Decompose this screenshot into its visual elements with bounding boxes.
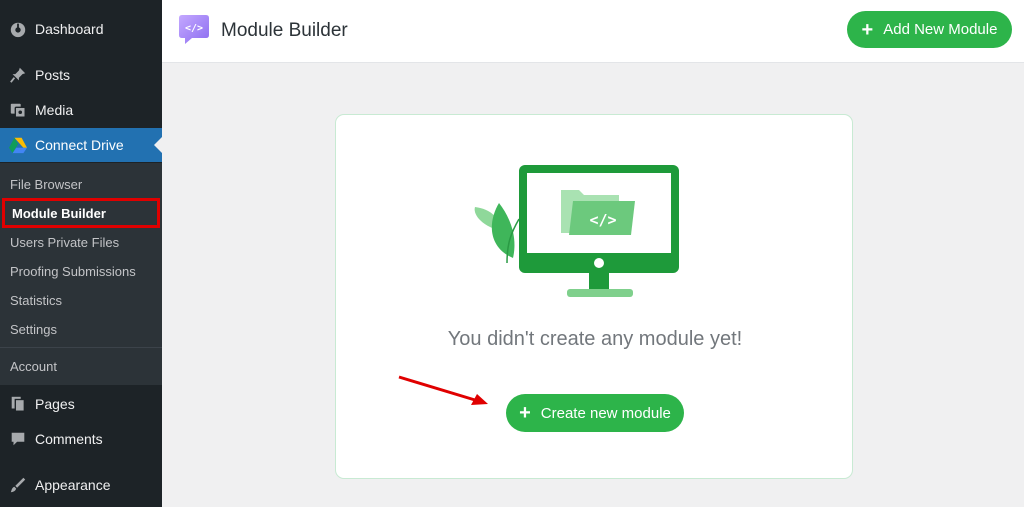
- submenu-item-label: Statistics: [10, 292, 63, 308]
- connect-drive-submenu: File Browser Module Builder Users Privat…: [0, 163, 162, 385]
- button-label: Add New Module: [883, 21, 998, 38]
- pages-icon: [8, 394, 28, 414]
- paintbrush-icon: [8, 475, 28, 495]
- sidebar-item-connect-drive[interactable]: Connect Drive: [0, 128, 162, 162]
- submenu-item-label: Proofing Submissions: [10, 263, 136, 279]
- page-header: </> Module Builder + Add New Module: [162, 0, 1024, 63]
- button-label: Create new module: [540, 404, 671, 422]
- dashboard-icon: [8, 19, 28, 39]
- sidebar-item-label: Connect Drive: [35, 137, 124, 153]
- submenu-item-label: Users Private Files: [10, 234, 120, 250]
- main-content: </> You didn't create any module yet! + …: [162, 63, 1024, 507]
- pin-icon: [8, 65, 28, 85]
- google-drive-icon: [8, 135, 28, 155]
- sidebar-item-pages[interactable]: Pages: [0, 387, 162, 421]
- submenu-item-label: File Browser: [10, 176, 83, 192]
- sidebar-item-dashboard[interactable]: Dashboard: [0, 12, 162, 46]
- admin-sidebar: Dashboard Posts Media Connect Drive File…: [0, 0, 162, 507]
- submenu-item-statistics[interactable]: Statistics: [0, 288, 162, 312]
- code-bubble-icon: </>: [178, 13, 211, 46]
- svg-text:</>: </>: [589, 211, 616, 229]
- active-indicator: [154, 137, 162, 153]
- annotation-arrow-icon: [398, 375, 488, 405]
- add-new-module-button[interactable]: + Add New Module: [847, 11, 1012, 48]
- submenu-item-module-builder[interactable]: Module Builder: [2, 198, 160, 228]
- submenu-item-users-private-files[interactable]: Users Private Files: [0, 230, 162, 254]
- sidebar-item-media[interactable]: Media: [0, 93, 162, 127]
- submenu-item-label: Account: [10, 358, 57, 374]
- submenu-item-settings[interactable]: Settings: [0, 317, 162, 341]
- plus-icon: +: [519, 402, 531, 424]
- submenu-divider: [0, 347, 162, 348]
- submenu-item-proofing-submissions[interactable]: Proofing Submissions: [0, 259, 162, 283]
- sidebar-item-label: Posts: [35, 67, 71, 83]
- comment-icon: [8, 429, 28, 449]
- submenu-item-label: Module Builder: [12, 205, 106, 221]
- create-new-module-button[interactable]: + Create new module: [506, 394, 684, 432]
- sidebar-item-comments[interactable]: Comments: [0, 422, 162, 456]
- sidebar-item-label: Dashboard: [35, 21, 104, 37]
- submenu-item-account[interactable]: Account: [0, 354, 162, 378]
- empty-state-message: You didn't create any module yet!: [447, 328, 743, 350]
- empty-state-card: </> You didn't create any module yet! + …: [335, 114, 853, 479]
- media-icon: [8, 100, 28, 120]
- page-title: Module Builder: [221, 20, 348, 41]
- sidebar-item-label: Appearance: [35, 477, 111, 493]
- sidebar-item-label: Pages: [35, 396, 75, 412]
- plus-icon: +: [861, 18, 874, 41]
- submenu-item-label: Settings: [10, 321, 57, 337]
- sidebar-item-label: Comments: [35, 431, 103, 447]
- submenu-item-file-browser[interactable]: File Browser: [0, 172, 162, 196]
- sidebar-item-posts[interactable]: Posts: [0, 58, 162, 92]
- sidebar-item-label: Media: [35, 102, 74, 118]
- sidebar-item-appearance[interactable]: Appearance: [0, 468, 162, 502]
- svg-text:</>: </>: [185, 23, 203, 34]
- monitor-folder-illustration: </>: [471, 163, 681, 303]
